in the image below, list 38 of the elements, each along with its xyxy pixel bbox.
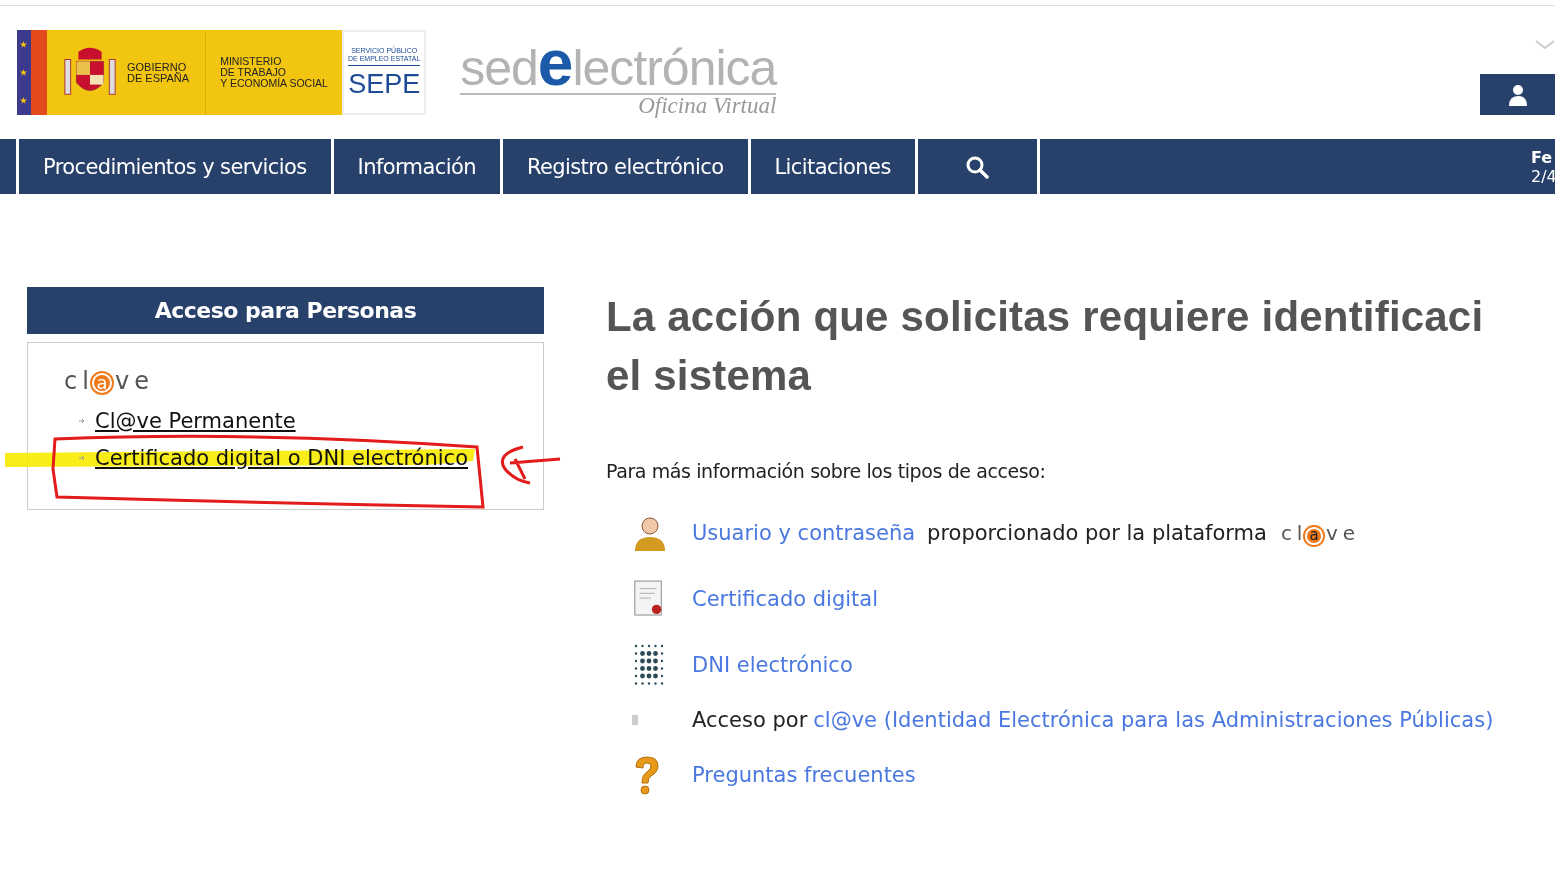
site-subtitle: Oficina Virtual [638, 93, 777, 119]
page-heading: La acción que solicitas requiere identificaci el sistema [606, 292, 1485, 401]
agency-acronym: SEPE [348, 70, 421, 98]
access-link[interactable]: Usuario y contraseña [692, 521, 916, 545]
clave-link[interactable]: cl@ve (Identidad Electrónica para las Administraciones Públicas) [813, 708, 1494, 732]
search-icon [965, 154, 990, 179]
user-icon [1507, 83, 1528, 106]
person-icon [632, 515, 668, 551]
star-icon [20, 97, 27, 105]
panel-title: Acceso para Personas [27, 287, 544, 334]
clave-logo: cl a ve [1280, 521, 1361, 545]
nav-tab[interactable]: Registro electrónico [502, 139, 748, 194]
access-text: Acceso por [692, 708, 808, 732]
star-icon [20, 69, 27, 76]
star-icon [20, 40, 27, 48]
intro-text: Para más información sobre los tipos de acceso: [606, 460, 1047, 482]
access-link[interactable]: DNI electrónico [692, 653, 853, 677]
small-icon [632, 715, 638, 725]
search-button[interactable] [917, 139, 1037, 194]
nav-bar-segment [0, 139, 16, 194]
access-text: proporcionado por la plataforma [927, 521, 1267, 545]
question-mark-icon [632, 755, 660, 795]
ministry-name: MINISTERIO DE TRABAJO Y ECONOMÍA SOCIAL [220, 56, 328, 89]
nav-tab[interactable]: Licitaciones [750, 139, 915, 194]
access-link[interactable]: Certificado digital o DNI electrónico [95, 446, 468, 470]
government-name: GOBIERNO DE ESPAÑA [127, 61, 190, 84]
clave-logo: cl a ve [64, 367, 156, 395]
user-button[interactable] [1480, 74, 1555, 115]
date-text: Fe 2/4 [1531, 147, 1555, 186]
access-link[interactable]: Cl@ve Permanente [95, 409, 296, 433]
nav-tab[interactable]: Información [333, 139, 500, 194]
arrow-icon [78, 417, 86, 425]
site-title: sedelectrónica [460, 38, 777, 95]
annotation-arrow [500, 445, 562, 485]
nav-tab[interactable]: Procedimientos y servicios [19, 139, 331, 194]
access-link[interactable]: Preguntas frecuentes [692, 763, 916, 787]
arrow-icon [78, 454, 86, 462]
access-link[interactable]: Certificado digital [692, 587, 879, 611]
